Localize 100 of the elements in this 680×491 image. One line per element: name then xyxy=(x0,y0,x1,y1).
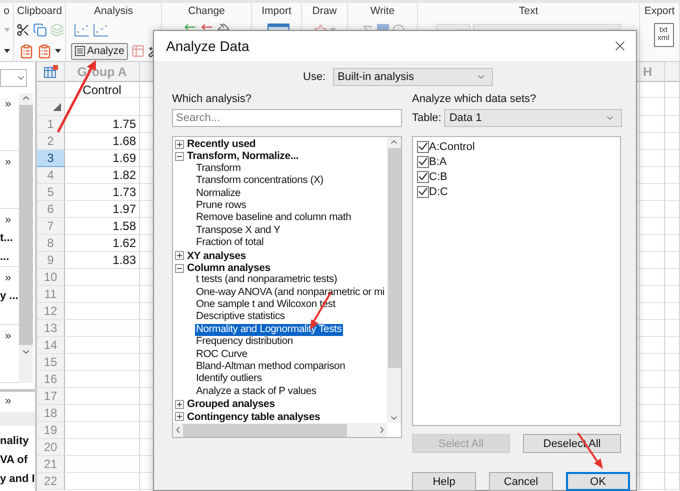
tree-item[interactable]: ROC Curve xyxy=(195,348,248,362)
table-cell xyxy=(665,405,680,422)
expand-toggle[interactable]: » xyxy=(0,269,19,287)
table-cell xyxy=(665,371,680,388)
table-cell: 1.69 xyxy=(65,150,140,167)
navigator-item[interactable]: t... xyxy=(0,229,19,248)
expand-toggle[interactable]: » xyxy=(0,327,19,345)
tree-group[interactable]: XY analyses xyxy=(187,250,246,262)
caret-icon[interactable] xyxy=(4,49,10,54)
caret-icon[interactable] xyxy=(54,49,60,54)
expand-icon[interactable] xyxy=(175,140,184,149)
table-cell: 1.73 xyxy=(65,184,140,201)
table-cell: 1.62 xyxy=(65,235,140,252)
tree-item[interactable]: Descriptive statistics xyxy=(195,311,286,324)
tree-item[interactable]: Bland-Altman method comparison xyxy=(195,361,346,374)
navigator-item[interactable]: y ... xyxy=(0,287,19,306)
dialog-button[interactable]: Cancel xyxy=(489,472,553,491)
corner-icon xyxy=(53,102,61,110)
table-cell xyxy=(665,337,680,354)
group-label: Analysis xyxy=(94,4,134,18)
tree-group[interactable]: Contingency table analyses xyxy=(187,410,320,423)
tree-group[interactable]: Grouped analyses xyxy=(187,398,275,411)
table-icon[interactable] xyxy=(44,65,58,78)
expand-icon[interactable] xyxy=(175,400,184,409)
table-cell xyxy=(665,116,680,133)
table-cell xyxy=(640,354,665,371)
dialog-button[interactable]: OK xyxy=(566,472,630,491)
group-label: Import xyxy=(262,4,292,18)
table-select[interactable]: Data 1 xyxy=(444,109,622,127)
tree-item[interactable]: Normality and Lognormality Tests xyxy=(195,324,343,336)
dataset-label: C:B xyxy=(429,170,448,182)
clipboard-icon[interactable] xyxy=(36,44,52,59)
tree-item[interactable]: Analyze a stack of P values xyxy=(195,386,318,398)
expand-icon[interactable] xyxy=(175,264,184,273)
table-cell xyxy=(665,422,680,439)
chart-icon[interactable] xyxy=(74,22,90,37)
scrollbar[interactable] xyxy=(19,93,33,383)
table-cell xyxy=(640,150,665,167)
table-cell xyxy=(640,303,665,320)
tree-item[interactable]: Remove baseline and column math xyxy=(195,212,352,225)
navigator-item[interactable]: ... xyxy=(0,248,19,267)
navigator-item[interactable]: y and I xyxy=(0,470,35,489)
column-title: Control xyxy=(65,82,140,98)
expand-icon[interactable] xyxy=(175,251,184,260)
group-label: o xyxy=(4,4,10,18)
group-label: Clipboard xyxy=(17,4,62,18)
table-cell xyxy=(665,201,680,218)
vertical-scrollbar[interactable] xyxy=(387,137,401,423)
table-cell xyxy=(665,252,680,269)
tree-item[interactable]: Fraction of total xyxy=(195,237,265,250)
table-cell xyxy=(640,269,665,286)
tree-item[interactable]: Normalize xyxy=(195,188,242,200)
tree-item[interactable]: Transform xyxy=(195,162,242,176)
tree-group[interactable]: Recently used xyxy=(187,138,256,150)
tree-item[interactable]: t tests (and nonparametric tests) xyxy=(195,274,338,287)
tree-group[interactable]: Column analyses xyxy=(187,262,270,274)
tree-item[interactable]: Frequency distribution xyxy=(195,336,294,349)
table-cell: 1.97 xyxy=(65,201,140,218)
section-band xyxy=(0,412,35,426)
tree-item[interactable]: Identify outliers xyxy=(195,373,263,386)
tree-item[interactable]: Prune rows xyxy=(195,200,248,212)
expand-icon[interactable] xyxy=(175,152,184,162)
navigator-item[interactable]: VA of xyxy=(0,451,35,470)
expand-toggle[interactable]: » xyxy=(0,95,19,113)
table-cell: 1.75 xyxy=(65,116,140,133)
table-cell xyxy=(665,98,680,116)
search-field[interactable]: Search... xyxy=(172,109,402,127)
tree-group[interactable]: Transform, Normalize... xyxy=(187,150,299,163)
table-cell: 1.82 xyxy=(65,167,140,184)
group-label: Change xyxy=(188,4,225,18)
list-icon xyxy=(75,46,85,56)
tree-item[interactable]: Transform concentrations (X) xyxy=(195,175,324,188)
table-cell xyxy=(665,167,680,184)
dialog-button[interactable]: Help xyxy=(412,472,476,491)
checkbox[interactable] xyxy=(417,170,429,182)
checkbox[interactable] xyxy=(417,140,429,152)
expand-toggle[interactable]: » xyxy=(0,392,35,410)
checkbox[interactable] xyxy=(417,156,429,168)
clipboard-icon[interactable] xyxy=(18,44,34,59)
horizontal-scrollbar[interactable] xyxy=(173,423,387,437)
checkbox[interactable] xyxy=(417,186,429,198)
tree-item[interactable]: One-way ANOVA (and nonparametric or mi xyxy=(195,286,386,300)
chart-icon[interactable] xyxy=(93,22,109,37)
scissors-icon[interactable] xyxy=(16,22,30,37)
navigator-item[interactable]: nality xyxy=(0,432,35,451)
column-header: H xyxy=(640,62,665,82)
table-cell xyxy=(665,184,680,201)
table-cell: 1.68 xyxy=(65,133,140,150)
table-cell: 1.83 xyxy=(65,252,140,269)
row-number[interactable]: 3 xyxy=(37,150,65,167)
use-select[interactable]: Built-in analysis xyxy=(332,68,493,86)
tree-item[interactable]: Transpose X and Y xyxy=(195,224,282,238)
expand-toggle[interactable]: » xyxy=(0,211,19,229)
table-cell xyxy=(665,286,680,303)
table-cell xyxy=(665,320,680,337)
expand-toggle[interactable]: » xyxy=(0,153,19,171)
table-cell xyxy=(640,388,665,405)
analyze-button[interactable]: Analyze xyxy=(71,42,128,60)
section-label: Analyze which data sets? xyxy=(412,93,538,106)
expand-icon[interactable] xyxy=(175,412,184,422)
